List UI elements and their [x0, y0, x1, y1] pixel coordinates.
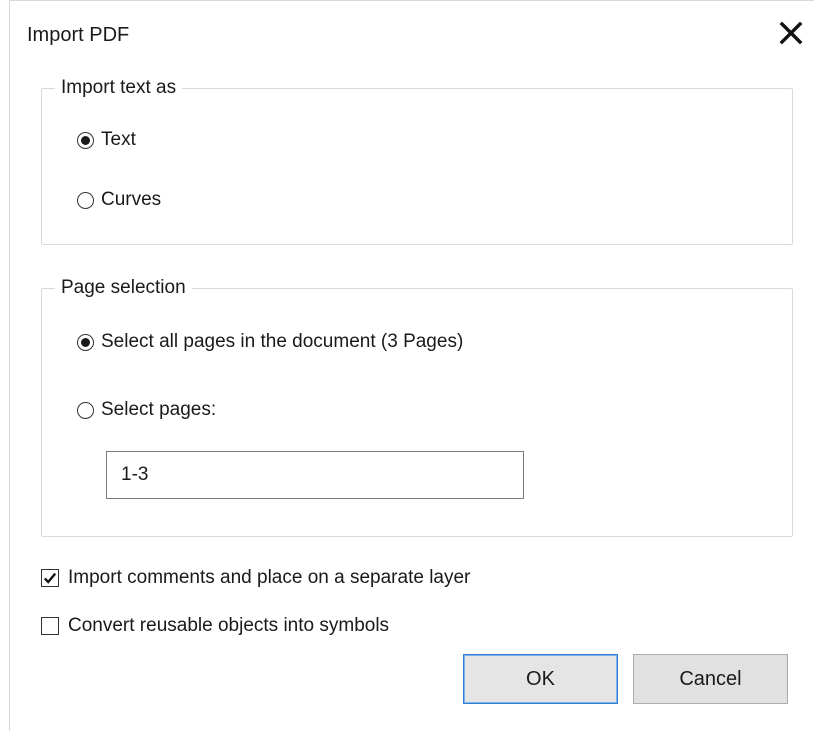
radio-button-select-all-pages[interactable]	[77, 333, 94, 351]
radio-select-all-pages[interactable]: Select all pages in the document (3 Page…	[77, 330, 463, 354]
ok-button[interactable]: OK	[463, 654, 618, 704]
import-comments-label: Import comments and place on a separate …	[68, 567, 471, 588]
import-pdf-dialog: Import PDF Import text as Text Curves Pa…	[0, 0, 814, 731]
radio-selected-dot	[81, 337, 90, 347]
radio-curves-label: Curves	[101, 189, 162, 210]
import-comments-option[interactable]: Import comments and place on a separate …	[41, 566, 470, 590]
page-range-input[interactable]	[106, 451, 524, 499]
page-selection-legend: Page selection	[55, 275, 192, 301]
radio-select-pages-label: Select pages:	[101, 399, 217, 420]
radio-select-all-pages-label: Select all pages in the document (3 Page…	[101, 331, 464, 352]
radio-button-text[interactable]	[77, 131, 94, 149]
convert-symbols-option[interactable]: Convert reusable objects into symbols	[41, 614, 389, 638]
radio-curves[interactable]: Curves	[77, 188, 161, 212]
cancel-button[interactable]: Cancel	[633, 654, 788, 704]
close-icon	[779, 21, 803, 45]
close-button[interactable]	[774, 16, 808, 50]
radio-button-curves[interactable]	[77, 191, 94, 209]
radio-select-pages[interactable]: Select pages:	[77, 398, 216, 422]
import-text-as-legend: Import text as	[55, 75, 183, 101]
import-text-as-group: Import text as	[41, 75, 793, 245]
radio-text[interactable]: Text	[77, 128, 136, 152]
radio-text-label: Text	[101, 129, 136, 150]
radio-button-select-pages[interactable]	[77, 401, 94, 419]
dialog-top-border	[9, 0, 814, 1]
radio-selected-dot	[81, 135, 90, 145]
dialog-left-border	[9, 0, 10, 731]
convert-symbols-checkbox[interactable]	[41, 617, 59, 635]
checkmark-icon	[43, 572, 57, 584]
dialog-title: Import PDF	[27, 24, 130, 46]
convert-symbols-label: Convert reusable objects into symbols	[68, 615, 390, 636]
import-comments-checkbox[interactable]	[41, 569, 59, 587]
